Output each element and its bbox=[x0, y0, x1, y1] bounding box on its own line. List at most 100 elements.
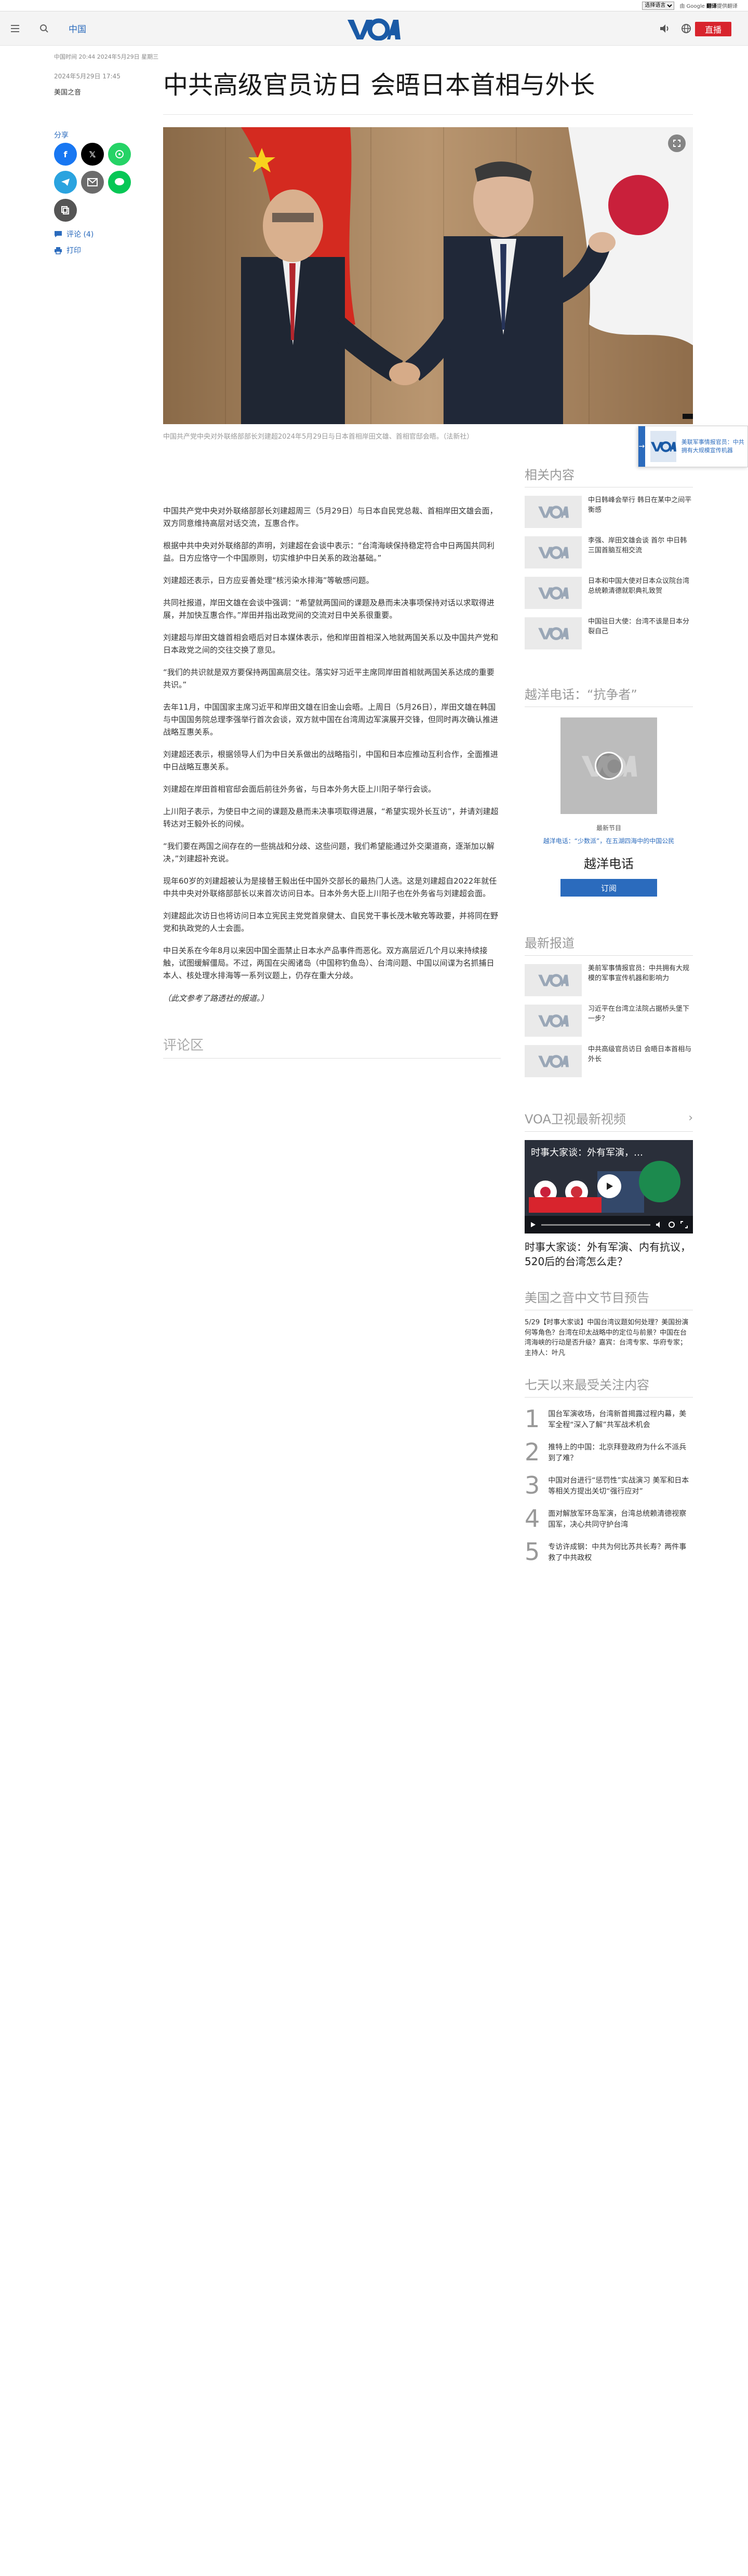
utility-bar: 选择语言 由 Google 翻译提供翻译 bbox=[0, 0, 748, 11]
rank-number: 5 bbox=[525, 1538, 540, 1566]
voa-thumb-icon bbox=[525, 536, 582, 568]
program-card[interactable]: 最新节目 越洋电话：“少数派”，在五湖四海中的中国公民 越洋电话 订阅 bbox=[525, 717, 693, 897]
section-link-china[interactable]: 中国 bbox=[69, 22, 86, 35]
divider bbox=[163, 114, 693, 115]
comment-icon bbox=[55, 231, 62, 237]
paragraph: “我们要在两国之间存在的一些挑战和分歧、这些问题，我们希望能通过外交渠道商，逐渐… bbox=[163, 842, 495, 863]
voa-thumb-icon bbox=[525, 617, 582, 649]
voa-thumb-icon bbox=[650, 431, 676, 462]
program-label: 最新节目 bbox=[596, 824, 621, 832]
popular-title: 国台军演收场，台湾新首揭露过程内幕，美军全程“深入了解”共军战术机会 bbox=[548, 1410, 687, 1429]
language-select[interactable]: 选择语言 bbox=[642, 1, 675, 10]
paragraph: 刘建超还表示，日方应妥善处理“核污染水排海”等敏感问题。 bbox=[163, 576, 374, 585]
source-note: （此文参考了路透社的报道。） bbox=[163, 994, 269, 1003]
popular-item[interactable]: 4 面对解放军环岛军演，台湾总统赖清德视察国军，决心共同守护台湾 bbox=[525, 1507, 693, 1530]
email-icon[interactable] bbox=[81, 171, 104, 194]
site-header: 中国 直播 bbox=[0, 11, 748, 46]
menu-icon[interactable] bbox=[5, 11, 25, 46]
paragraph: 共同社报道，岸田文雄在会谈中强调：“希望就两国间的课题及悬而未决事项保持对话以求… bbox=[163, 598, 495, 620]
globe-icon[interactable] bbox=[680, 23, 692, 36]
popular-title: 专访许成钢：中共为何比苏共长寿？两件事救了中共政权 bbox=[548, 1543, 687, 1562]
video-player[interactable]: 时事大家谈：外有军演，… bbox=[525, 1140, 693, 1233]
paragraph: 中国共产党中央对外联络部部长刘建超周三（5月29日）与日本自民党总裁、首相岸田文… bbox=[163, 506, 498, 528]
paragraph: 刘建超此次访日也将访问日本立宪民主党党首泉健太、自民党干事长茂木敏充等政要，并将… bbox=[163, 911, 499, 933]
voa-thumb-icon bbox=[525, 1045, 582, 1077]
related-section: 相关内容 中日韩峰会举行 韩日在某中之间平衡感 李强、岸田文雄会谈 首尔 中日韩… bbox=[525, 465, 693, 649]
related-title: 日本和中国大使对日本众议院台湾总统赖清德就职典礼致贺 bbox=[588, 577, 690, 595]
popular-item[interactable]: 5 专访许成钢：中共为何比苏共长寿？两件事救了中共政权 bbox=[525, 1540, 693, 1564]
latest-item[interactable]: 习近平在台湾立法院占据桥头堡下一步？ bbox=[525, 1005, 693, 1037]
paragraph: 刘建超还表示，根据领导人们为中日关系做出的战略指引，中国和日本应推动互利合作，全… bbox=[163, 750, 499, 771]
paragraph: 现年60岁的刘建超被认为是接替王毅出任中国外交部长的最热门人选。这是刘建超自20… bbox=[163, 876, 497, 898]
floating-promo[interactable]: → 美联军事情报官员：中共拥有大规模宣传机器 bbox=[638, 426, 748, 467]
popular-item[interactable]: 1 国台军演收场，台湾新首揭露过程内幕，美军全程“深入了解”共军战术机会 bbox=[525, 1407, 693, 1431]
paragraph: 刘建超在岸田首相官邸会面后前往外务省，与日本外务大臣上川阳子举行会谈。 bbox=[163, 784, 436, 794]
author: 美国之音 bbox=[54, 89, 82, 97]
section-title[interactable]: VOA卫视最新视频 › bbox=[525, 1109, 693, 1132]
related-item[interactable]: 中国驻日大使：台湾不该是日本分裂自己 bbox=[525, 617, 693, 649]
related-title: 李强、岸田文雄会谈 首尔 中日韩三国首脑互相交流 bbox=[588, 537, 687, 554]
section-title[interactable]: 美国之音中文节目预告 bbox=[525, 1287, 693, 1310]
related-title: 中国驻日大使：台湾不该是日本分裂自己 bbox=[588, 618, 690, 635]
radio-preview-section: 美国之音中文节目预告 5/29【时事大家谈】中国台湾议题如何处理？美国扮演何等角… bbox=[525, 1287, 693, 1358]
play-icon[interactable] bbox=[530, 1222, 536, 1228]
voa-logo[interactable] bbox=[346, 18, 400, 41]
program-name: 越洋电话 bbox=[584, 857, 634, 871]
tv-section: VOA卫视最新视频 › 时事大家谈：外有军演，… 时事大家谈：外有军演、内有抗议… bbox=[525, 1109, 693, 1269]
chevron-right-icon[interactable]: › bbox=[688, 1111, 693, 1124]
speaker-icon[interactable] bbox=[659, 23, 670, 36]
latest-title: 美前军事情报官员：中共拥有大规模的军事宣传机器和影响力 bbox=[588, 965, 690, 982]
rank-number: 1 bbox=[525, 1405, 540, 1433]
play-icon[interactable] bbox=[595, 752, 623, 780]
paragraph: 根据中共中央对外联络部的声明，刘建超在会谈中表示：“台湾海峡保持稳定符合中日两国… bbox=[163, 541, 495, 563]
latest-section: 最新报道 美前军事情报官员：中共拥有大规模的军事宣传机器和影响力 习近平在台湾立… bbox=[525, 933, 693, 1077]
telegram-icon[interactable] bbox=[54, 171, 77, 194]
share-buttons: f 𝕏 bbox=[54, 143, 137, 222]
volume-icon[interactable] bbox=[656, 1221, 663, 1228]
expand-icon[interactable] bbox=[668, 134, 686, 152]
play-icon[interactable] bbox=[597, 1174, 621, 1198]
print-icon bbox=[55, 247, 62, 254]
popular-item[interactable]: 2 推特上的中国：北京拜登政府为什么不派兵到了难？ bbox=[525, 1440, 693, 1464]
paragraph: 去年11月，中国国家主席习近平和岸田文雄在旧金山会晤。上周日（5月26日），岸田… bbox=[163, 702, 499, 737]
program-subtitle[interactable]: 越洋电话：“少数派”，在五湖四海中的中国公民 bbox=[525, 836, 693, 845]
facebook-icon[interactable]: f bbox=[54, 143, 77, 166]
copy-link-icon[interactable] bbox=[54, 199, 77, 222]
comments-link[interactable]: 评论 (4) bbox=[54, 229, 94, 239]
promo-text: 美联军事情报官员：中共拥有大规模宣传机器 bbox=[681, 438, 744, 454]
latest-item[interactable]: 中共高级官员访日 会晤日本首相与外长 bbox=[525, 1045, 693, 1077]
video-headline[interactable]: 时事大家谈：外有军演、内有抗议，520后的台湾怎么走？ bbox=[525, 1240, 693, 1269]
fullscreen-icon[interactable] bbox=[680, 1221, 688, 1228]
rank-number: 4 bbox=[525, 1504, 540, 1533]
popular-section: 七天以来最受关注内容 1 国台军演收场，台湾新首揭露过程内幕，美军全程“深入了解… bbox=[525, 1375, 693, 1564]
popular-title: 面对解放军环岛军演，台湾总统赖清德视察国军，决心共同守护台湾 bbox=[548, 1510, 687, 1529]
whatsapp-icon[interactable] bbox=[108, 143, 131, 166]
paragraph: 刘建超与岸田文雄首相会晤后对日本媒体表示，他和岸田首相深入地就两国关系以及中国共… bbox=[163, 633, 499, 655]
arrow-right-icon[interactable]: → bbox=[638, 426, 645, 467]
print-link[interactable]: 打印 bbox=[54, 245, 81, 255]
voa-thumb-icon bbox=[525, 496, 582, 528]
publish-date: 2024年5月29日 17:45 bbox=[54, 73, 121, 80]
related-item[interactable]: 李强、岸田文雄会谈 首尔 中日韩三国首脑互相交流 bbox=[525, 536, 693, 568]
related-item[interactable]: 日本和中国大使对日本众议院台湾总统赖清德就职典礼致贺 bbox=[525, 577, 693, 609]
popular-item[interactable]: 3 中国对台进行“惩罚性”实战演习 美军和日本等相关方提出关切“强行应对” bbox=[525, 1473, 693, 1497]
radio-preview-text[interactable]: 5/29【时事大家谈】中国台湾议题如何处理？美国扮演何等角色？台湾在印太战略中的… bbox=[525, 1318, 693, 1358]
subscribe-button[interactable]: 订阅 bbox=[560, 879, 657, 897]
settings-icon[interactable] bbox=[668, 1221, 675, 1228]
video-overlay-title: 时事大家谈：外有军演，… bbox=[531, 1147, 643, 1158]
progress-bar[interactable] bbox=[541, 1224, 650, 1226]
rank-number: 3 bbox=[525, 1471, 540, 1499]
paragraph: 中日关系在今年8月以来因中国全面禁止日本水产品事件而恶化。双方高层近几个月以来持… bbox=[163, 946, 495, 980]
live-button[interactable]: 直播 bbox=[695, 22, 731, 36]
related-item[interactable]: 中日韩峰会举行 韩日在某中之间平衡感 bbox=[525, 496, 693, 528]
program-thumbnail[interactable] bbox=[560, 717, 657, 814]
line-icon[interactable] bbox=[108, 171, 131, 194]
share-title: 分享 bbox=[54, 131, 69, 140]
latest-title: 中共高级官员访日 会晤日本首相与外长 bbox=[588, 1046, 692, 1063]
x-icon[interactable]: 𝕏 bbox=[81, 143, 104, 166]
search-icon[interactable] bbox=[35, 20, 53, 37]
comments-heading: 评论区 bbox=[163, 1035, 501, 1059]
latest-item[interactable]: 美前军事情报官员：中共拥有大规模的军事宣传机器和影响力 bbox=[525, 964, 693, 996]
google-translate-credit[interactable]: 由 Google 翻译提供翻译 bbox=[679, 2, 738, 9]
paragraph: “我们的共识就是双方要保持两国高层交往。落实好习近平主席同岸田首相就两国关系达成… bbox=[163, 668, 495, 689]
